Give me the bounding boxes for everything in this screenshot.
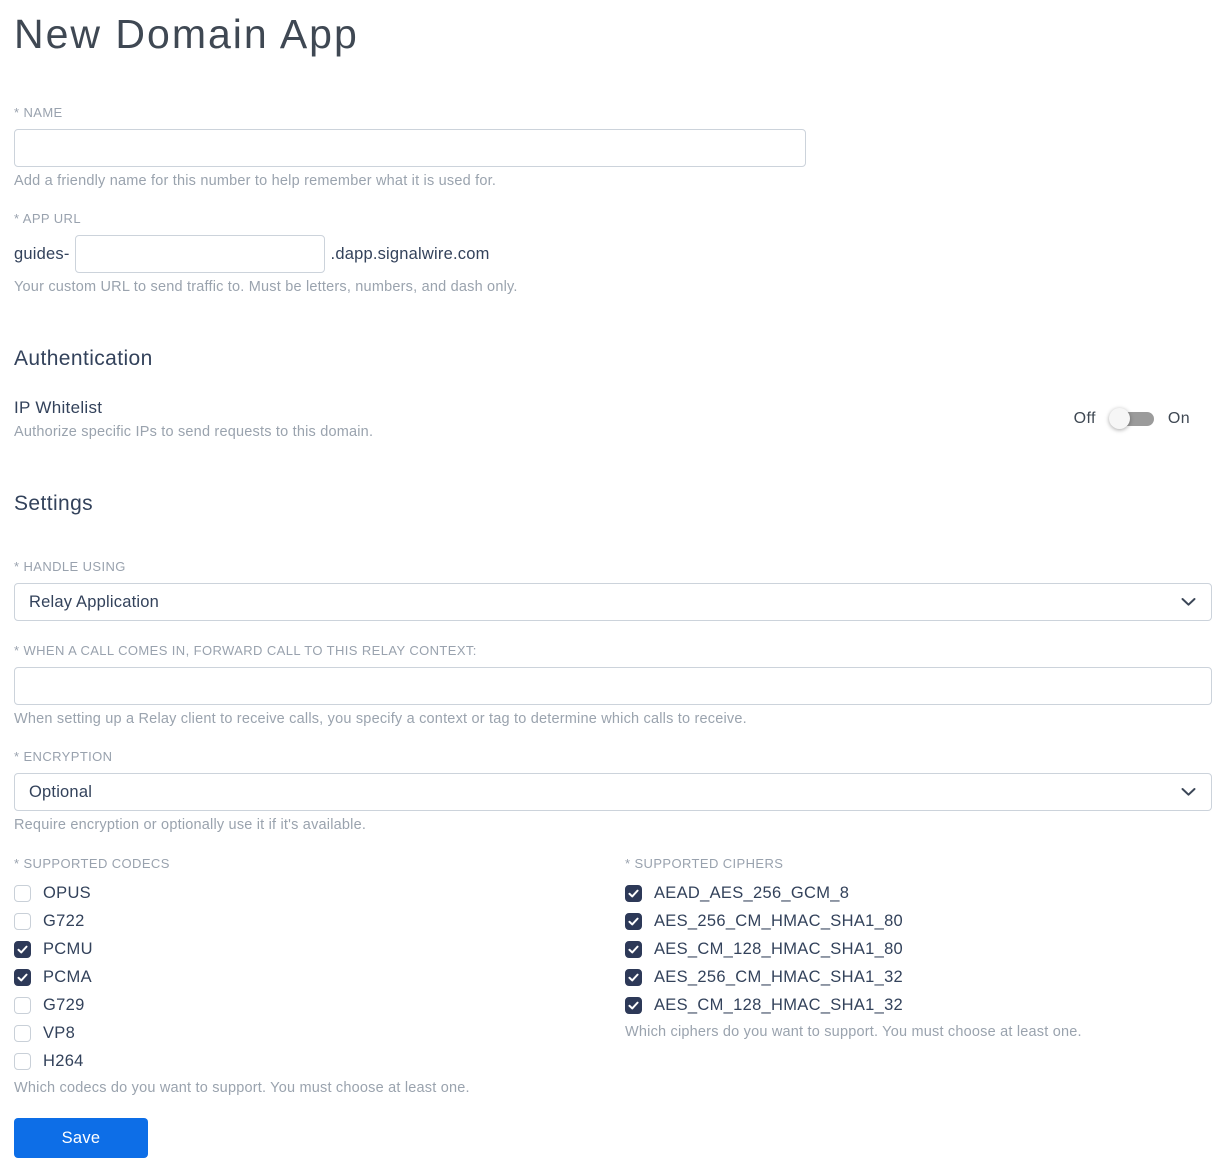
- ip-whitelist-label: IP Whitelist: [14, 398, 103, 418]
- codec-option-vp8[interactable]: VP8: [14, 1024, 625, 1043]
- codec-option-label: OPUS: [43, 884, 91, 903]
- handle-using-select[interactable]: Relay Application: [14, 583, 1212, 622]
- ip-whitelist-row: IP Whitelist Authorize specific IPs to s…: [14, 398, 1212, 440]
- codec-option-opus[interactable]: OPUS: [14, 884, 625, 903]
- checkbox-icon[interactable]: [14, 1053, 31, 1071]
- handle-using-value: Relay Application: [29, 592, 159, 611]
- cipher-option-label: AES_CM_128_HMAC_SHA1_80: [654, 940, 904, 959]
- relay-context-group: * WHEN A CALL COMES IN, FORWARD CALL TO …: [14, 643, 1212, 727]
- handle-using-group: * HANDLE USING Relay Application: [14, 559, 1212, 622]
- toggle-off-label: Off: [1073, 410, 1096, 428]
- supported-codecs-help: Which codecs do you want to support. You…: [14, 1080, 470, 1097]
- supported-codecs-label: * SUPPORTED CODECS: [14, 856, 170, 872]
- supported-ciphers-label: * SUPPORTED CIPHERS: [625, 856, 784, 872]
- name-field-group: * NAME Add a friendly name for this numb…: [14, 105, 1212, 189]
- relay-context-help: When setting up a Relay client to receiv…: [14, 711, 747, 728]
- encryption-group: * ENCRYPTION Optional Require encryption…: [14, 749, 1212, 833]
- supported-ciphers-help: Which ciphers do you want to support. Yo…: [625, 1024, 1082, 1041]
- ip-whitelist-help: Authorize specific IPs to send requests …: [14, 424, 374, 441]
- save-button[interactable]: Save: [14, 1118, 148, 1159]
- app-url-row: guides- .dapp.signalwire.com: [14, 235, 1212, 274]
- cipher-option-aes-256-cm-hmac-sha1-32[interactable]: AES_256_CM_HMAC_SHA1_32: [625, 968, 1212, 987]
- app-url-field-group: * APP URL guides- .dapp.signalwire.com Y…: [14, 211, 1212, 295]
- chevron-down-icon: [1181, 788, 1196, 797]
- ip-whitelist-text: IP Whitelist Authorize specific IPs to s…: [14, 398, 373, 440]
- codec-option-label: G722: [43, 912, 85, 931]
- encryption-help: Require encryption or optionally use it …: [14, 817, 367, 834]
- app-url-field-label: * APP URL: [14, 211, 81, 227]
- new-domain-app-page: New Domain App * NAME Add a friendly nam…: [0, 0, 1230, 1174]
- codec-option-pcma[interactable]: PCMA: [14, 968, 625, 987]
- authentication-heading: Authentication: [14, 347, 153, 371]
- cipher-option-label: AES_256_CM_HMAC_SHA1_80: [654, 912, 904, 931]
- checkbox-icon[interactable]: [14, 941, 31, 959]
- codec-option-g729[interactable]: G729: [14, 996, 625, 1015]
- codec-option-label: PCMA: [43, 968, 92, 987]
- codec-option-h264[interactable]: H264: [14, 1052, 625, 1071]
- toggle-on-label: On: [1167, 410, 1190, 428]
- relay-context-label: * WHEN A CALL COMES IN, FORWARD CALL TO …: [14, 643, 477, 659]
- checkbox-icon[interactable]: [625, 997, 642, 1015]
- codec-option-label: G729: [43, 996, 85, 1015]
- encryption-select[interactable]: Optional: [14, 773, 1212, 812]
- app-url-suffix: .dapp.signalwire.com: [330, 244, 490, 263]
- checkbox-icon[interactable]: [625, 969, 642, 987]
- checkbox-icon[interactable]: [14, 969, 31, 987]
- name-input[interactable]: [14, 129, 806, 168]
- relay-context-input[interactable]: [14, 667, 1212, 706]
- name-field-help: Add a friendly name for this number to h…: [14, 173, 497, 190]
- checkbox-icon[interactable]: [625, 941, 642, 959]
- toggle-knob[interactable]: [1108, 408, 1130, 430]
- handle-using-label: * HANDLE USING: [14, 559, 126, 575]
- encryption-label: * ENCRYPTION: [14, 749, 113, 765]
- checkbox-icon[interactable]: [14, 997, 31, 1015]
- app-url-prefix: guides-: [14, 244, 70, 263]
- codec-option-label: PCMU: [43, 940, 93, 959]
- codec-option-pcmu[interactable]: PCMU: [14, 940, 625, 959]
- cipher-option-label: AEAD_AES_256_GCM_8: [654, 884, 850, 903]
- supported-codecs-group: * SUPPORTED CODECS OPUS G722 PCMU PCMA G…: [14, 856, 625, 1096]
- checkbox-icon[interactable]: [625, 885, 642, 903]
- codec-option-label: VP8: [43, 1024, 76, 1043]
- cipher-option-label: AES_256_CM_HMAC_SHA1_32: [654, 968, 904, 987]
- checkbox-icon[interactable]: [14, 885, 31, 903]
- ip-whitelist-toggle[interactable]: [1108, 408, 1155, 430]
- app-url-input[interactable]: [74, 235, 325, 274]
- checkbox-icon[interactable]: [14, 1025, 31, 1043]
- cipher-option-label: AES_CM_128_HMAC_SHA1_32: [654, 996, 904, 1015]
- codecs-ciphers-columns: * SUPPORTED CODECS OPUS G722 PCMU PCMA G…: [14, 856, 1212, 1096]
- app-url-help: Your custom URL to send traffic to. Must…: [14, 279, 518, 296]
- page-title: New Domain App: [14, 11, 359, 57]
- cipher-option-aes-cm-128-hmac-sha1-32[interactable]: AES_CM_128_HMAC_SHA1_32: [625, 996, 1212, 1015]
- checkbox-icon[interactable]: [625, 913, 642, 931]
- codec-option-label: H264: [43, 1052, 84, 1071]
- codec-option-g722[interactable]: G722: [14, 912, 625, 931]
- name-field-label: * NAME: [14, 105, 63, 121]
- cipher-option-aes-cm-128-hmac-sha1-80[interactable]: AES_CM_128_HMAC_SHA1_80: [625, 940, 1212, 959]
- chevron-down-icon: [1181, 598, 1196, 607]
- ip-whitelist-toggle-group: Off On: [1074, 408, 1190, 430]
- settings-heading: Settings: [14, 492, 94, 516]
- supported-ciphers-group: * SUPPORTED CIPHERS AEAD_AES_256_GCM_8 A…: [625, 856, 1212, 1096]
- cipher-option-aead-aes-256-gcm-8[interactable]: AEAD_AES_256_GCM_8: [625, 884, 1212, 903]
- cipher-option-aes-256-cm-hmac-sha1-80[interactable]: AES_256_CM_HMAC_SHA1_80: [625, 912, 1212, 931]
- encryption-value: Optional: [29, 782, 93, 801]
- checkbox-icon[interactable]: [14, 913, 31, 931]
